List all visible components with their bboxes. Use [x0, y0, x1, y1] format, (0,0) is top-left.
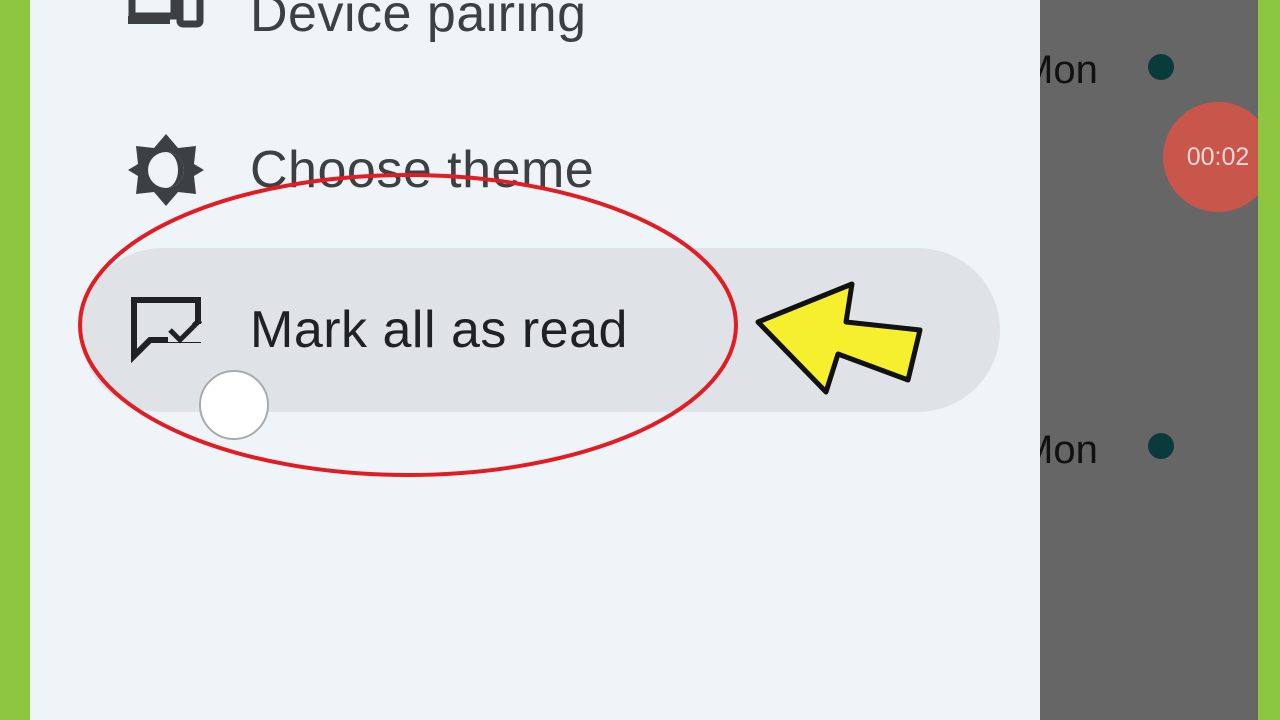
- menu-item-label: Device pairing: [250, 0, 587, 43]
- touch-indicator: [199, 370, 269, 440]
- menu-item-label: Mark all as read: [250, 301, 628, 359]
- menu-item-choose-theme[interactable]: Choose theme: [80, 88, 1000, 252]
- menu-item-label: Choose theme: [250, 141, 595, 199]
- unread-dot: [1148, 54, 1174, 80]
- theme-brightness-icon: [128, 132, 204, 208]
- phone-screen: Mon Mon 00:02 Device pairing Choose them…: [30, 0, 1258, 720]
- navigation-drawer: Device pairing Choose theme Mark all as …: [30, 0, 1040, 720]
- device-pairing-icon: [128, 0, 204, 52]
- chat-check-icon: [128, 292, 204, 368]
- recording-timer-bubble[interactable]: 00:02: [1163, 102, 1258, 212]
- unread-dot: [1148, 433, 1174, 459]
- menu-item-device-pairing[interactable]: Device pairing: [80, 0, 1000, 96]
- timer-value: 00:02: [1186, 142, 1250, 171]
